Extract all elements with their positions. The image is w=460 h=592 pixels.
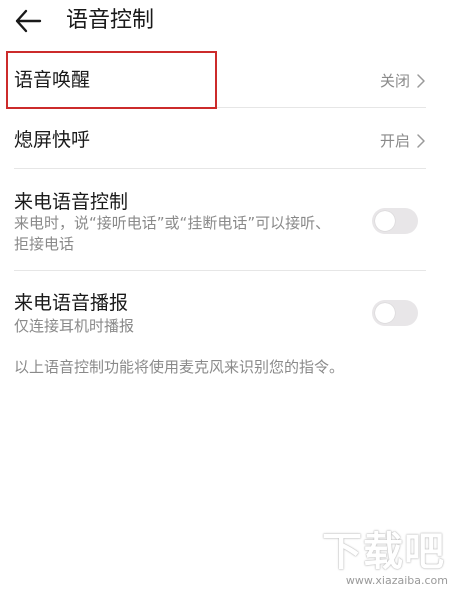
chevron-right-icon [417, 74, 425, 88]
incoming-call-voice-control-description: 来电时，说“接听电话”或“挂断电话”可以接听、拒接电话 [14, 214, 331, 253]
footer-note: 以上语音控制功能将使用麦克风来识别您的指令。 [14, 358, 345, 376]
incoming-call-voice-control-toggle[interactable] [372, 208, 418, 234]
voice-wakeup-row[interactable]: 语音唤醒 关闭 [14, 52, 426, 107]
page-title: 语音控制 [66, 8, 155, 33]
chevron-right-icon [417, 134, 425, 148]
incoming-call-voice-control-row: 来电语音控制 来电时，说“接听电话”或“挂断电话”可以接听、拒接电话 [14, 169, 426, 270]
top-bar: 语音控制 [0, 0, 460, 44]
incoming-call-announce-title: 来电语音播报 [14, 292, 129, 314]
watermark-logo-text: 下载吧 [322, 529, 445, 575]
screen-off-quick-call-row[interactable]: 熄屏快呼 开启 [14, 108, 426, 168]
watermark-logo: 下载吧 www.xiazaiba.com [322, 528, 454, 588]
toggle-knob [375, 211, 395, 231]
incoming-call-voice-control-title: 来电语音控制 [14, 191, 129, 213]
toggle-knob [375, 303, 395, 323]
voice-wakeup-value: 关闭 [379, 72, 410, 90]
arrow-left-icon[interactable] [14, 8, 42, 34]
screen-off-quick-call-title: 熄屏快呼 [14, 129, 91, 151]
watermark-url: www.xiazaiba.com [345, 574, 448, 587]
incoming-call-announce-row: 来电语音播报 仅连接耳机时播报 [14, 271, 426, 347]
incoming-call-announce-toggle[interactable] [372, 300, 418, 326]
incoming-call-announce-description: 仅连接耳机时播报 [14, 317, 135, 335]
screen-off-quick-call-value: 开启 [379, 132, 410, 150]
voice-wakeup-title: 语音唤醒 [14, 69, 91, 91]
